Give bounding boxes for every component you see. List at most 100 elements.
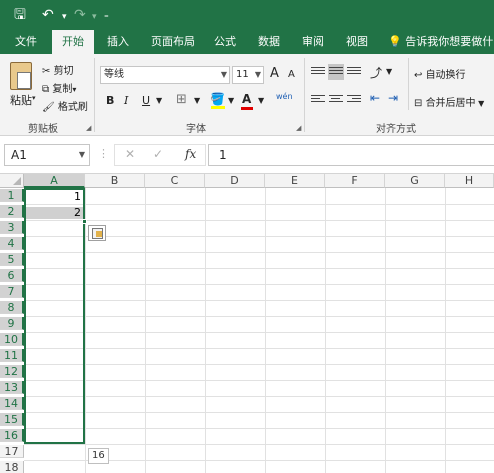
redo-dropdown-icon[interactable]: ▾	[92, 8, 97, 26]
tab-data[interactable]: 数据	[252, 30, 286, 54]
clipboard-launcher-icon[interactable]: ◢	[86, 124, 91, 132]
merge-center-button[interactable]: ⊟ 合并后居中 ▼	[414, 94, 484, 109]
row-header-9[interactable]: 9	[0, 317, 24, 330]
font-color-dropdown-icon[interactable]: ▼	[258, 96, 264, 105]
row-header-6[interactable]: 6	[0, 269, 24, 282]
name-box[interactable]: A1 ▼	[4, 144, 90, 166]
fill-dropdown-icon[interactable]: ▼	[228, 96, 234, 105]
gridline	[24, 316, 494, 317]
row-header-1[interactable]: 1	[0, 189, 24, 202]
tab-view[interactable]: 视图	[340, 30, 374, 54]
selection-range	[24, 188, 85, 444]
increase-indent-icon[interactable]: ⇥	[388, 91, 398, 105]
tab-home[interactable]: 开始	[52, 30, 94, 54]
tell-me-box[interactable]: 💡 告诉我你想要做什么	[388, 30, 494, 54]
align-top-icon[interactable]	[310, 64, 326, 80]
underline-dropdown-icon[interactable]: ▼	[156, 96, 162, 105]
increase-font-icon[interactable]: A	[270, 66, 279, 81]
column-header-a[interactable]: A	[24, 174, 85, 188]
align-right-icon[interactable]	[346, 92, 362, 108]
copy-label: 复制	[52, 84, 73, 95]
align-center-icon[interactable]	[328, 92, 344, 108]
font-size-combo[interactable]: 11 ▼	[232, 66, 264, 84]
row-header-11[interactable]: 11	[0, 349, 24, 362]
italic-button[interactable]: I	[124, 94, 128, 107]
column-header-g[interactable]: G	[385, 174, 445, 188]
scissors-icon: ✂	[42, 66, 54, 77]
row-header-2[interactable]: 2	[0, 205, 24, 218]
orientation-dropdown-icon[interactable]: ▼	[386, 67, 392, 76]
row-header-14[interactable]: 14	[0, 397, 24, 410]
fill-handle[interactable]	[82, 219, 87, 224]
gridline	[24, 348, 494, 349]
decrease-font-icon[interactable]: A	[288, 69, 295, 80]
save-icon[interactable]: 🖫	[14, 6, 26, 24]
tab-formulas[interactable]: 公式	[208, 30, 242, 54]
font-name-combo[interactable]: 等线 ▼	[100, 66, 230, 84]
format-painter-button[interactable]: 🖌 格式刷	[42, 98, 88, 113]
insert-function-icon[interactable]: fx	[185, 147, 196, 161]
undo-icon[interactable]: ↶	[42, 6, 54, 24]
formula-bar-grip-icon[interactable]: ⋮	[98, 147, 109, 160]
font-size-dropdown-icon: ▼	[254, 70, 261, 79]
decrease-indent-icon[interactable]: ⇤	[370, 91, 380, 105]
column-header-b[interactable]: B	[85, 174, 145, 188]
row-header-5[interactable]: 5	[0, 253, 24, 266]
formula-input[interactable]: 1	[208, 144, 494, 166]
font-color-icon[interactable]: A	[242, 92, 251, 106]
row-header-3[interactable]: 3	[0, 221, 24, 234]
underline-button[interactable]: U	[142, 94, 150, 107]
font-launcher-icon[interactable]: ◢	[296, 124, 301, 132]
fill-color-icon[interactable]: 🪣	[210, 92, 225, 106]
row-header-16[interactable]: 16	[0, 429, 24, 442]
orientation-icon[interactable]: ⤴	[370, 64, 382, 81]
row-header-18[interactable]: 18	[0, 461, 24, 473]
select-all-button[interactable]	[0, 174, 24, 188]
row-header-12[interactable]: 12	[0, 365, 24, 378]
ribbon-home: 粘贴 ▾ ✂ 剪切 ⧉ 复制▾ 🖌 格式刷 剪贴板 ◢ 等线 ▼ 11 ▼ A …	[0, 54, 494, 136]
undo-dropdown-icon[interactable]: ▾	[62, 8, 67, 26]
cut-button[interactable]: ✂ 剪切	[42, 62, 74, 77]
column-header-c[interactable]: C	[145, 174, 205, 188]
row-header-7[interactable]: 7	[0, 285, 24, 298]
worksheet-grid[interactable]: A B C D E F G H 1 2 3 4 5 6 7 8 9 10 11 …	[0, 174, 494, 473]
enter-icon[interactable]: ✓	[153, 147, 163, 161]
borders-icon[interactable]: ⊞	[176, 92, 187, 107]
phonetic-icon[interactable]: wén	[276, 92, 293, 101]
name-box-dropdown-icon[interactable]: ▼	[79, 145, 85, 165]
tab-insert[interactable]: 插入	[100, 30, 136, 54]
quick-analysis-icon[interactable]	[88, 225, 106, 241]
row-header-8[interactable]: 8	[0, 301, 24, 314]
column-header-f[interactable]: F	[325, 174, 385, 188]
paste-icon[interactable]	[10, 62, 32, 90]
wrap-text-button[interactable]: ↩ 自动换行	[414, 66, 466, 81]
paste-button[interactable]: 粘贴	[10, 92, 32, 108]
row-header-15[interactable]: 15	[0, 413, 24, 426]
gridline	[265, 188, 266, 473]
bold-button[interactable]: B	[106, 94, 114, 107]
tab-review[interactable]: 审阅	[296, 30, 330, 54]
align-bottom-icon[interactable]	[346, 64, 362, 80]
copy-button[interactable]: ⧉ 复制▾	[42, 80, 76, 95]
customize-toolbar-icon[interactable]: ₌	[104, 7, 109, 25]
paste-dropdown-icon[interactable]: ▾	[32, 94, 36, 102]
align-left-icon[interactable]	[310, 92, 326, 108]
gridline	[385, 188, 386, 473]
column-header-d[interactable]: D	[205, 174, 265, 188]
gridline	[24, 364, 494, 365]
borders-dropdown-icon[interactable]: ▼	[194, 96, 200, 105]
tab-file[interactable]: 文件	[6, 30, 46, 54]
redo-icon[interactable]: ↷	[74, 6, 86, 24]
merge-icon: ⊟	[414, 98, 426, 109]
tab-page-layout[interactable]: 页面布局	[144, 30, 202, 54]
row-header-10[interactable]: 10	[0, 333, 24, 346]
wrap-text-label: 自动换行	[425, 70, 466, 81]
row-header-17[interactable]: 17	[0, 445, 24, 458]
column-header-h[interactable]: H	[445, 174, 494, 188]
align-middle-icon[interactable]	[328, 64, 344, 80]
cancel-icon[interactable]: ✕	[125, 147, 135, 161]
row-header-4[interactable]: 4	[0, 237, 24, 250]
clipboard-group-label: 剪贴板	[28, 124, 58, 135]
column-header-e[interactable]: E	[265, 174, 325, 188]
row-header-13[interactable]: 13	[0, 381, 24, 394]
